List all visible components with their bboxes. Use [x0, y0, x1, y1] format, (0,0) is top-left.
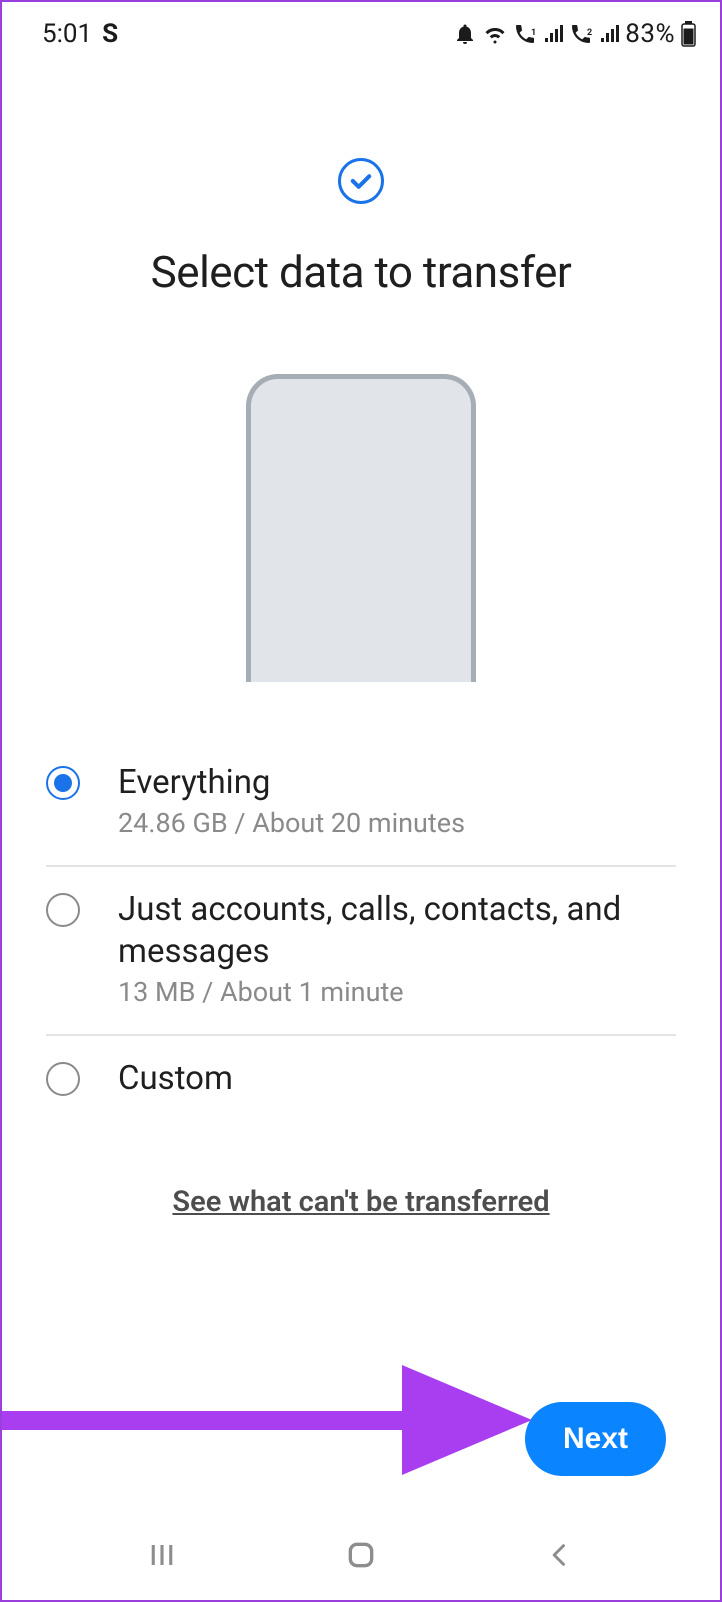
- sim2-call-icon: 2: [569, 22, 593, 46]
- status-bar-left: 5:01 S: [42, 19, 118, 49]
- option-title: Just accounts, calls, contacts, and mess…: [118, 889, 676, 972]
- radio-everything[interactable]: [46, 766, 80, 800]
- recents-button[interactable]: [132, 1540, 192, 1570]
- option-custom[interactable]: Custom: [46, 1034, 676, 1125]
- alarm-icon: [453, 22, 477, 46]
- back-button[interactable]: [530, 1541, 590, 1569]
- battery-icon: [681, 21, 696, 47]
- nav-bar: [2, 1520, 720, 1600]
- wifi-icon: [483, 22, 507, 46]
- signal1-icon: [543, 24, 563, 44]
- next-button[interactable]: Next: [525, 1402, 666, 1476]
- radio-custom[interactable]: [46, 1062, 80, 1096]
- page-title: Select data to transfer: [2, 246, 720, 298]
- transfer-options: Everything 24.86 GB / About 20 minutes J…: [46, 740, 676, 1125]
- option-subtitle: 13 MB / About 1 minute: [118, 976, 676, 1008]
- option-title: Custom: [118, 1058, 233, 1099]
- option-subtitle: 24.86 GB / About 20 minutes: [118, 807, 465, 839]
- svg-text:2: 2: [587, 28, 592, 38]
- cant-transfer-link[interactable]: See what can't be transferred: [172, 1185, 549, 1219]
- option-everything[interactable]: Everything 24.86 GB / About 20 minutes: [46, 740, 676, 865]
- battery-percent: 83%: [625, 19, 675, 49]
- option-accounts[interactable]: Just accounts, calls, contacts, and mess…: [46, 865, 676, 1034]
- phone-illustration: [2, 374, 720, 682]
- status-time: 5:01: [42, 19, 92, 49]
- annotation-arrow-icon: [2, 1335, 552, 1495]
- svg-text:1: 1: [531, 28, 536, 38]
- signal2-icon: [599, 24, 619, 44]
- header-check-icon: [2, 158, 720, 204]
- smart-switch-icon: S: [102, 19, 118, 49]
- sim1-call-icon: 1: [513, 22, 537, 46]
- home-button[interactable]: [331, 1539, 391, 1571]
- status-bar-right: 1 2 83%: [453, 19, 696, 49]
- status-bar: 5:01 S 1 2 83%: [2, 2, 720, 58]
- radio-accounts[interactable]: [46, 893, 80, 927]
- option-title: Everything: [118, 762, 465, 803]
